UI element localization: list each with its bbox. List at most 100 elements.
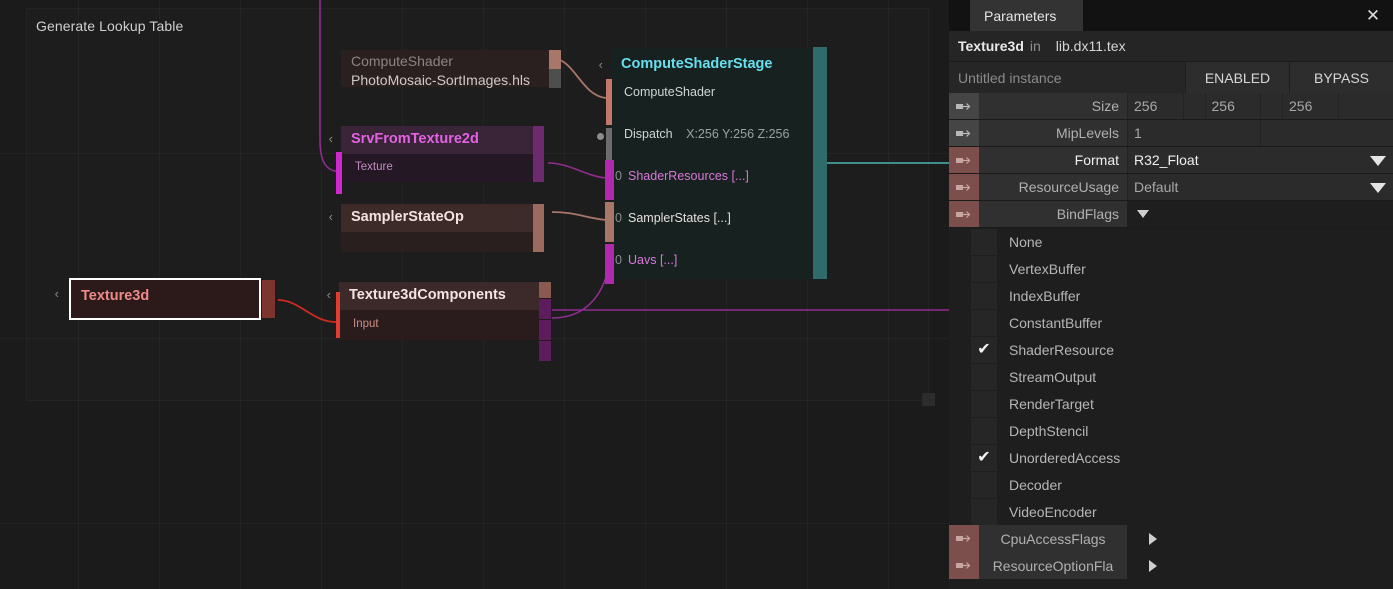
link-out-icon-glyph xyxy=(956,102,971,110)
param-value-resourceusage-text: Default xyxy=(1134,179,1179,195)
output-port[interactable] xyxy=(533,204,544,252)
param-row-size: Size 256 256 256 xyxy=(949,93,1393,120)
output-port-2[interactable] xyxy=(539,320,551,340)
checkbox[interactable] xyxy=(971,417,997,444)
bindflag-item-vertexbuffer[interactable]: VertexBuffer xyxy=(949,255,1393,282)
param-value-format[interactable]: R32_Float xyxy=(1127,147,1393,173)
checkbox[interactable] xyxy=(971,471,997,498)
param-value-resourceusage[interactable]: Default xyxy=(1127,174,1393,200)
bypass-toggle[interactable]: BYPASS xyxy=(1289,62,1393,93)
bindflag-item-decoder[interactable]: Decoder xyxy=(949,471,1393,498)
bindflag-label: UnorderedAccess xyxy=(1009,449,1121,466)
bindflag-item-rendertarget[interactable]: RenderTarget xyxy=(949,390,1393,417)
parameters-panel: Parameters ✕ Texture3d in lib.dx11.tex U… xyxy=(949,0,1393,589)
stage-list-label-shaderresources[interactable]: ShaderResources [...] xyxy=(628,169,749,183)
checkbox[interactable] xyxy=(971,255,997,282)
bindflag-label: StreamOutput xyxy=(1009,368,1097,385)
tab-parameters[interactable]: Parameters xyxy=(970,0,1083,31)
instance-name-input[interactable]: Untitled instance xyxy=(949,62,1185,93)
output-port-stage[interactable] xyxy=(813,47,827,279)
link-out-icon-glyph xyxy=(956,156,971,164)
link-out-icon-glyph xyxy=(956,562,971,569)
link-out-icon[interactable] xyxy=(949,147,979,173)
input-port[interactable] xyxy=(336,152,342,194)
bindflag-label: Decoder xyxy=(1009,476,1062,493)
output-port-1[interactable] xyxy=(539,299,551,319)
instance-name-row: Untitled instance ENABLED BYPASS xyxy=(949,62,1393,93)
enabled-toggle[interactable]: ENABLED xyxy=(1185,62,1289,93)
checkbox-checked[interactable]: ✔ xyxy=(971,444,997,471)
output-port-3[interactable] xyxy=(539,341,551,361)
node-graph-canvas[interactable]: Generate Lookup Table ComputeShader Phot… xyxy=(0,0,949,589)
chevron-left-icon[interactable]: ‹ xyxy=(327,287,331,302)
bindflag-label: IndexBuffer xyxy=(1009,287,1081,304)
param-value-size-x[interactable]: 256 xyxy=(1127,93,1183,119)
link-out-icon[interactable] xyxy=(949,120,979,146)
stage-list-label-samplerstates[interactable]: SamplerStates [...] xyxy=(628,211,731,225)
param-label-cpuaccessflags: CpuAccessFlags xyxy=(979,525,1127,552)
chevron-left-icon[interactable]: ‹ xyxy=(55,286,59,301)
param-resourceoptionflags-expander[interactable] xyxy=(1127,552,1393,579)
param-row-cpuaccessflags: CpuAccessFlags xyxy=(949,525,1393,552)
checkbox-checked[interactable]: ✔ xyxy=(971,336,997,363)
link-out-icon[interactable] xyxy=(949,174,979,200)
chevron-left-icon[interactable]: ‹ xyxy=(329,131,333,146)
chevron-left-icon[interactable]: ‹ xyxy=(329,209,333,224)
checkbox[interactable] xyxy=(971,390,997,417)
node-body[interactable] xyxy=(611,48,811,279)
link-out-icon-glyph xyxy=(956,535,971,542)
bindflag-item-streamoutput[interactable]: StreamOutput xyxy=(949,363,1393,390)
param-label-miplevels: MipLevels xyxy=(979,120,1127,146)
bindflag-label: RenderTarget xyxy=(1009,395,1094,412)
chevron-down-icon[interactable] xyxy=(1370,156,1386,166)
stage-row-compute-shader: ComputeShader xyxy=(624,85,716,99)
link-out-icon[interactable] xyxy=(949,525,979,552)
param-row-resourceusage: ResourceUsage Default xyxy=(949,174,1393,201)
param-value-size-z-pad xyxy=(1337,93,1393,119)
close-icon[interactable]: ✕ xyxy=(1361,4,1385,28)
output-port-secondary[interactable] xyxy=(549,69,561,88)
bindflag-item-constantbuffer[interactable]: ConstantBuffer xyxy=(949,309,1393,336)
link-out-icon[interactable] xyxy=(949,552,979,579)
chevron-right-icon[interactable] xyxy=(1149,532,1157,545)
comment-frame-resize-handle[interactable] xyxy=(922,393,935,406)
output-port-0[interactable] xyxy=(539,282,551,298)
node-title: Texture3dComponents xyxy=(349,287,506,303)
checkbox[interactable] xyxy=(971,228,997,255)
param-label-resourceoptionflags: ResourceOptionFla xyxy=(979,552,1127,579)
checkbox[interactable] xyxy=(971,309,997,336)
input-bracket-samplerstates[interactable] xyxy=(605,202,614,242)
output-port[interactable] xyxy=(533,126,544,182)
chevron-down-icon[interactable] xyxy=(1370,183,1386,193)
input-bracket-uavs[interactable] xyxy=(605,244,614,284)
bindflag-item-indexbuffer[interactable]: IndexBuffer xyxy=(949,282,1393,309)
stage-list-label-uavs[interactable]: Uavs [...] xyxy=(628,253,677,267)
chevron-left-icon[interactable]: ‹ xyxy=(599,57,603,72)
link-out-icon[interactable] xyxy=(949,201,979,227)
output-port[interactable] xyxy=(262,280,275,318)
link-out-icon[interactable] xyxy=(949,93,979,119)
chevron-right-icon[interactable] xyxy=(1149,559,1157,572)
bindflag-item-shaderresource[interactable]: ✔ ShaderResource xyxy=(949,336,1393,363)
bindflag-item-unorderedaccess[interactable]: ✔ UnorderedAccess xyxy=(949,444,1393,471)
param-value-size-z[interactable]: 256 xyxy=(1282,93,1338,119)
checkbox[interactable] xyxy=(971,363,997,390)
input-port-compute-shader[interactable] xyxy=(606,79,612,125)
bindflag-item-depthstencil[interactable]: DepthStencil xyxy=(949,417,1393,444)
identity-file[interactable]: lib.dx11.tex xyxy=(1056,38,1126,54)
param-value-miplevels[interactable]: 1 xyxy=(1127,120,1260,146)
bindflag-item-none[interactable]: None xyxy=(949,228,1393,255)
param-cpuaccessflags-expander[interactable] xyxy=(1127,525,1393,552)
param-bindflags-expander[interactable] xyxy=(1127,201,1393,227)
node-title: ComputeShaderStage xyxy=(621,56,773,72)
checkbox[interactable] xyxy=(971,498,997,525)
output-port-primary[interactable] xyxy=(549,50,561,69)
node-type-label: ComputeShader xyxy=(351,53,453,69)
param-label-resourceusage: ResourceUsage xyxy=(979,174,1127,200)
checkbox[interactable] xyxy=(971,282,997,309)
chevron-down-icon[interactable] xyxy=(1137,210,1149,218)
input-port[interactable] xyxy=(336,292,340,338)
input-bracket-shaderresources[interactable] xyxy=(605,160,614,200)
param-value-size-y[interactable]: 256 xyxy=(1204,93,1260,119)
bindflag-item-videoencoder[interactable]: VideoEncoder xyxy=(949,498,1393,525)
